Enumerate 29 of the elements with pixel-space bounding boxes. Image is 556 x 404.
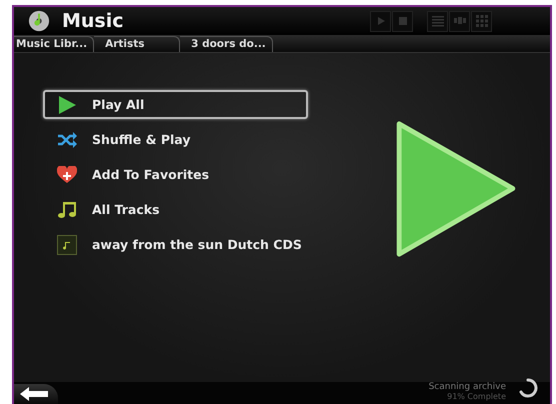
progress-text: 91% Complete <box>447 392 506 401</box>
stop-icon <box>398 16 408 26</box>
menu-item[interactable]: Play All <box>43 90 308 119</box>
shuffle-icon <box>57 132 77 148</box>
coverflow-icon <box>454 15 466 27</box>
breadcrumb-tab[interactable]: Music Libr... <box>14 36 94 52</box>
list-icon <box>432 15 444 27</box>
grid-icon <box>476 15 488 27</box>
menu-item[interactable]: Add To Favorites <box>43 160 308 189</box>
play-button[interactable] <box>370 10 391 32</box>
list-view-button[interactable] <box>427 10 448 32</box>
menu-item[interactable]: Shuffle & Play <box>43 125 308 154</box>
album-icon <box>57 234 77 254</box>
disc-icon <box>28 10 50 32</box>
stop-button[interactable] <box>392 10 413 32</box>
spinner-icon <box>518 378 538 398</box>
music-note-icon <box>57 200 77 218</box>
play-icon <box>376 16 386 26</box>
back-button[interactable] <box>14 384 58 404</box>
status-text: Scanning archive <box>428 382 506 392</box>
coverflow-view-button[interactable] <box>449 10 470 32</box>
breadcrumb-tab[interactable]: 3 doors do... <box>180 36 273 52</box>
play-icon <box>57 94 77 114</box>
window-title: Music <box>62 10 124 32</box>
breadcrumb-tab[interactable]: Artists <box>94 36 180 52</box>
heart-icon <box>57 166 77 184</box>
menu-item[interactable]: away from the sun Dutch CDS <box>43 230 308 259</box>
grid-view-button[interactable] <box>471 10 492 32</box>
menu-item[interactable]: All Tracks <box>43 195 308 224</box>
